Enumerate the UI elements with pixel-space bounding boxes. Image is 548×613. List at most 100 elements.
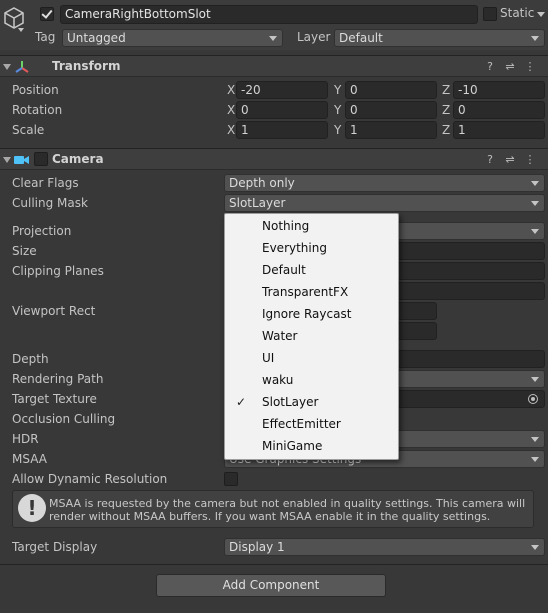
menu-item-label: TransparentFX [262,285,349,299]
menu-item-nothing[interactable]: Nothing [225,215,398,237]
transform-axis-icon [15,61,29,73]
tag-dropdown[interactable]: Untagged [62,29,283,47]
menu-item-everything[interactable]: Everything [225,237,398,259]
chevron-down-icon [531,36,539,41]
info-icon: ! [18,494,46,522]
rotation-y-field[interactable]: 0 [345,101,437,119]
menu-item-label: waku [262,373,294,387]
culling-mask-value: SlotLayer [229,196,286,210]
presets-icon[interactable]: ⇌ [500,153,520,166]
chevron-down-icon [531,229,539,234]
scale-y-field[interactable]: 1 [345,121,437,139]
position-x-field[interactable]: -20 [236,81,328,99]
scale-z-field[interactable]: 1 [453,121,545,139]
chevron-down-icon [531,201,539,206]
camera-header[interactable]: Camera ? ⇌ ⋮ [0,148,548,170]
menu-item-water[interactable]: Water [225,325,398,347]
target-display-value: Display 1 [229,540,285,554]
menu-item-ui[interactable]: UI [225,347,398,369]
tag-value: Untagged [67,31,126,45]
menu-item-label: Water [262,329,298,343]
position-y-axis[interactable]: Y [334,82,341,98]
clear-flags-dropdown[interactable]: Depth only [224,174,545,192]
static-checkbox[interactable] [483,7,497,21]
gameobject-active-checkbox[interactable] [40,7,54,21]
rendering-path-label: Rendering Path [12,372,104,386]
add-component-button[interactable]: Add Component [156,574,386,597]
layer-value: Default [339,31,383,45]
menu-item-waku[interactable]: waku [225,369,398,391]
position-z-axis[interactable]: Z [442,82,450,98]
rotation-y-axis[interactable]: Y [334,102,341,118]
chevron-down-icon [531,545,539,550]
chevron-down-icon [531,377,539,382]
camera-enabled-checkbox[interactable] [34,152,48,166]
occlusion-culling-label: Occlusion Culling [12,412,116,426]
rotation-z-axis[interactable]: Z [442,102,450,118]
gameobject-cube-dropdown-icon[interactable] [18,28,24,32]
viewport-rect-label: Viewport Rect [12,304,96,318]
help-icon[interactable]: ? [480,60,500,73]
menu-item-label: Nothing [262,219,310,233]
gameobject-name-field[interactable]: CameraRightBottomSlot [60,5,478,24]
object-picker-dot [531,397,535,401]
rotation-x-axis[interactable]: X [227,102,235,118]
transform-header[interactable]: Transform ? ⇌ ⋮ [0,55,548,77]
clipping-planes-label: Clipping Planes [12,264,104,278]
culling-mask-label: Culling Mask [12,196,88,210]
camera-title: Camera [52,152,104,166]
culling-mask-dropdown[interactable]: SlotLayer [224,194,545,212]
clear-flags-label: Clear Flags [12,176,79,190]
scale-x-axis[interactable]: X [227,122,235,138]
kebab-menu-icon[interactable]: ⋮ [520,153,540,166]
rotation-z-field[interactable]: 0 [453,101,545,119]
position-label: Position [12,83,59,97]
divider [0,564,548,565]
menu-item-slotlayer[interactable]: ✓ SlotLayer [225,391,398,413]
menu-item-label: EffectEmitter [262,417,341,431]
static-label[interactable]: Static [500,6,534,20]
tag-label: Tag [35,30,56,44]
target-texture-label: Target Texture [12,392,97,406]
rotation-x-field[interactable]: 0 [236,101,328,119]
menu-item-effectemitter[interactable]: EffectEmitter [225,413,398,435]
position-y-field[interactable]: 0 [345,81,437,99]
layer-label: Layer [297,30,331,44]
msaa-label: MSAA [12,452,47,466]
menu-item-default[interactable]: Default [225,259,398,281]
checkmark-icon: ✓ [236,395,247,409]
chevron-down-icon [531,457,539,462]
hdr-label: HDR [12,432,39,446]
position-x-axis[interactable]: X [227,82,235,98]
dynamic-resolution-checkbox[interactable] [224,472,238,486]
help-icon[interactable]: ? [480,153,500,166]
menu-item-minigame[interactable]: MiniGame [225,435,398,457]
position-z-field[interactable]: -10 [453,81,545,99]
foldout-arrow-icon[interactable] [3,157,11,163]
projection-label: Projection [12,224,72,238]
target-display-dropdown[interactable]: Display 1 [224,538,545,556]
scale-x-field[interactable]: 1 [236,121,328,139]
layer-dropdown[interactable]: Default [334,29,545,47]
culling-mask-menu: Nothing Everything Default TransparentFX… [224,213,399,460]
camera-header-icons: ? ⇌ ⋮ [480,153,540,166]
camera-icon [14,156,29,164]
menu-item-label: Everything [262,241,327,255]
clear-flags-value: Depth only [229,176,295,190]
menu-item-ignore-raycast[interactable]: Ignore Raycast [225,303,398,325]
dynamic-resolution-label: Allow Dynamic Resolution [12,472,168,486]
chevron-down-icon [531,181,539,186]
depth-label: Depth [12,352,49,366]
msaa-warning-helpbox: ! MSAA is requested by the camera but no… [12,490,534,528]
static-dropdown-icon[interactable] [537,12,545,17]
scale-y-axis[interactable]: Y [334,122,341,138]
gameobject-header: CameraRightBottomSlot Static Tag Untagge… [0,0,548,50]
scale-z-axis[interactable]: Z [442,122,450,138]
presets-icon[interactable]: ⇌ [500,60,520,73]
chevron-down-icon [269,36,277,41]
menu-item-label: SlotLayer [262,395,319,409]
scale-label: Scale [12,123,45,137]
foldout-arrow-icon[interactable] [3,64,11,70]
menu-item-transparentfx[interactable]: TransparentFX [225,281,398,303]
kebab-menu-icon[interactable]: ⋮ [520,60,540,73]
